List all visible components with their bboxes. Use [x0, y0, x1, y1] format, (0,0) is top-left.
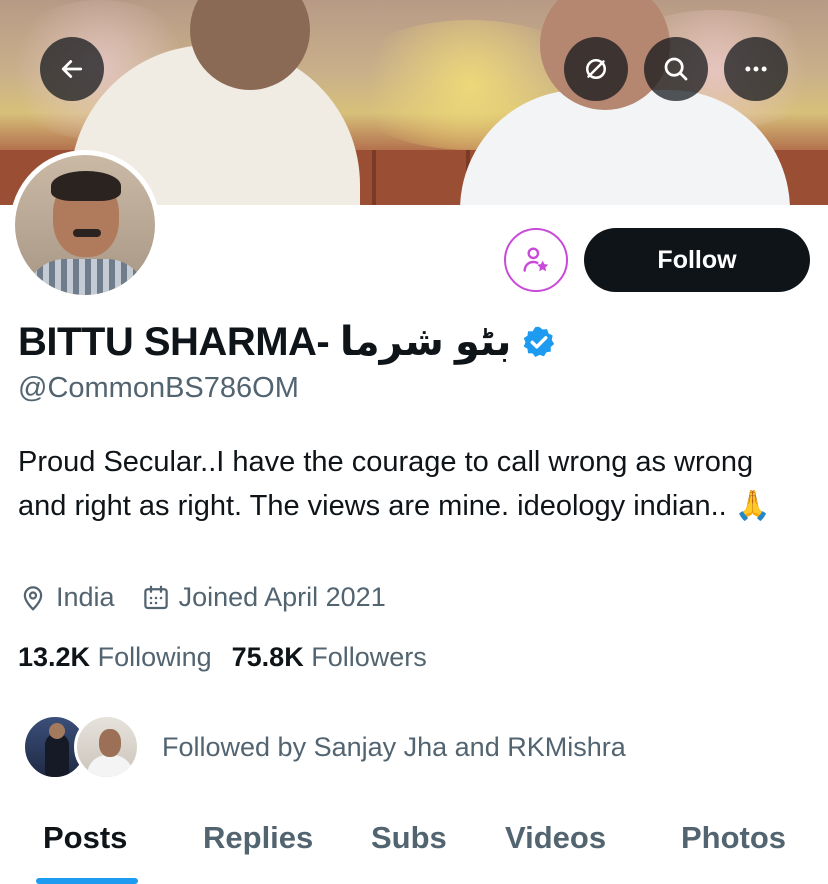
followers-link[interactable]: 75.8K Followers — [232, 642, 427, 673]
more-horizontal-icon — [745, 66, 767, 72]
search-icon — [664, 57, 688, 81]
tab-posts[interactable]: Posts — [43, 820, 127, 856]
tab-photos[interactable]: Photos — [681, 820, 786, 856]
join-date: Joined April 2021 — [141, 582, 386, 613]
follower-avatar-head — [49, 723, 65, 739]
profile-bio: Proud Secular..I have the courage to cal… — [18, 446, 771, 522]
follower-avatar-head — [99, 729, 121, 757]
profile-handle: @CommonBS786OM — [18, 372, 299, 404]
more-button[interactable] — [724, 37, 788, 101]
verified-badge-icon[interactable] — [521, 324, 557, 360]
followers-label: Followers — [311, 642, 427, 672]
subscribe-button[interactable] — [504, 228, 568, 292]
follower-avatar-body — [45, 733, 69, 777]
active-tab-indicator — [36, 878, 138, 884]
tab-videos[interactable]: Videos — [505, 820, 606, 856]
tab-subs[interactable]: Subs — [371, 820, 447, 856]
avatar-shirt — [25, 259, 147, 295]
follower-avatar-body — [87, 755, 133, 777]
location-text: India — [56, 582, 115, 612]
avatar-hair — [51, 171, 121, 201]
followers-count: 75.8K — [231, 642, 304, 672]
follow-button[interactable]: Follow — [584, 228, 810, 292]
calendar-icon — [143, 585, 168, 609]
tab-replies[interactable]: Replies — [203, 820, 313, 856]
followed-by-row[interactable]: Followed by Sanjay Jha and RKMishra — [22, 714, 626, 780]
location-pin-icon — [23, 585, 43, 611]
following-label: Following — [97, 642, 212, 672]
back-button[interactable] — [40, 37, 104, 101]
following-link[interactable]: 13.2K Following — [18, 642, 212, 673]
display-name: BITTU SHARMA- بٹو شرما — [18, 320, 512, 364]
subscribe-star-icon — [523, 247, 549, 272]
arrow-left-icon — [61, 60, 83, 78]
profile-tabs: Posts Replies Subs Videos Photos — [0, 808, 828, 884]
followed-by-text: Followed by Sanjay Jha and RKMishra — [162, 731, 626, 762]
location: India — [18, 582, 115, 613]
profile-stats: 13.2K Following 75.8K Followers — [18, 642, 447, 673]
profile-avatar[interactable] — [10, 150, 160, 300]
search-button[interactable] — [644, 37, 708, 101]
profile-meta: India Joined April 2021 — [18, 582, 412, 613]
display-name-row: BITTU SHARMA- بٹو شرما — [18, 316, 557, 368]
following-count: 13.2K — [18, 642, 91, 672]
grok-button[interactable] — [564, 37, 628, 101]
grok-icon — [586, 59, 606, 79]
join-date-text: Joined April 2021 — [178, 582, 386, 612]
follower-avatar — [74, 714, 140, 780]
avatar-mustache — [73, 229, 101, 237]
avatar-photo — [15, 155, 155, 295]
